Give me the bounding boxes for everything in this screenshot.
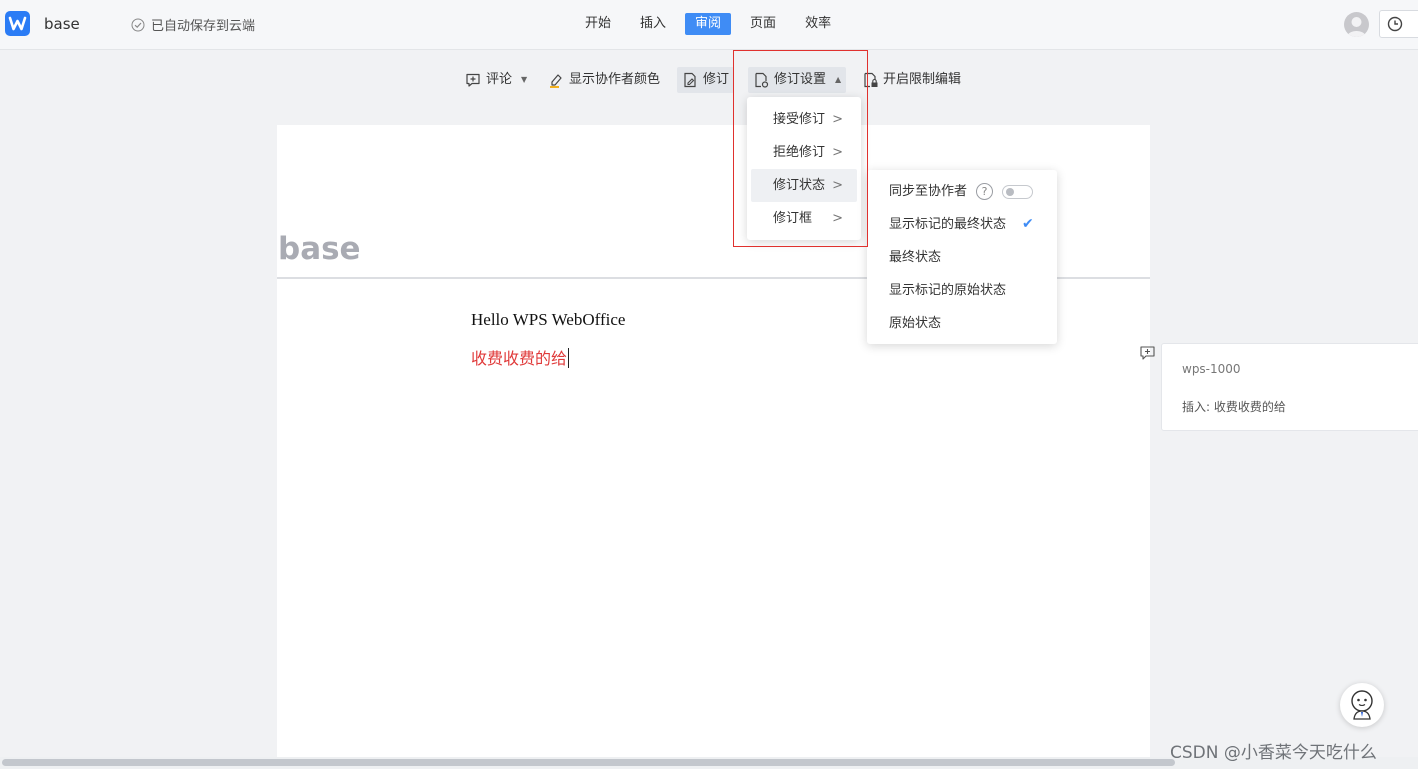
track-settings-menu: 接受修订 > 拒绝修订 > 修订状态 > 修订框 > (747, 97, 861, 240)
ribbon-tabs: 开始 插入 审阅 页面 效率 (575, 13, 850, 35)
track-changes-button[interactable]: 修订 (677, 67, 735, 93)
assistant-mascot-icon[interactable] (1340, 683, 1384, 727)
tab-efficiency[interactable]: 效率 (795, 13, 841, 35)
sync-collaborators-label: 同步至协作者 (889, 184, 968, 199)
user-avatar[interactable] (1344, 12, 1369, 37)
track-settings-label: 修订设置 (774, 72, 827, 87)
menu-item-final-with-markup[interactable]: 显示标记的最终状态 ✔ (867, 208, 1057, 241)
menu-item-original[interactable]: 原始状态 (867, 307, 1057, 340)
checkmark-icon: ✔ (1022, 216, 1034, 232)
comment-author: wps-1000 (1182, 362, 1241, 376)
check-circle-icon (131, 18, 145, 31)
tab-start[interactable]: 开始 (575, 13, 621, 35)
save-status-text: 已自动保存到云端 (151, 19, 256, 34)
comment-label: 评论 (486, 72, 513, 87)
menu-item-label: 接受修订 (773, 112, 826, 127)
menu-item-final[interactable]: 最终状态 (867, 241, 1057, 274)
chevron-right-icon: > (832, 178, 843, 193)
show-author-color-button[interactable]: 显示协作者颜色 (543, 67, 665, 93)
restrict-editing-button[interactable]: 开启限制编辑 (857, 67, 966, 93)
restrict-editing-label: 开启限制编辑 (883, 72, 962, 87)
document-settings-icon (755, 72, 769, 88)
menu-item-sync-collaborators: 同步至协作者 ? (867, 175, 1057, 208)
document-text-line[interactable]: Hello WPS WebOffice (471, 310, 625, 330)
menu-item-label: 显示标记的原始状态 (889, 283, 1007, 298)
show-author-color-label: 显示协作者颜色 (569, 72, 661, 87)
scrollbar-thumb[interactable] (2, 759, 1175, 766)
revision-status-submenu: 同步至协作者 ? 显示标记的最终状态 ✔ 最终状态 显示标记的原始状态 原始状态 (867, 170, 1057, 344)
menu-item-label: 修订框 (773, 211, 813, 226)
chevron-right-icon: > (832, 211, 843, 226)
highlighter-icon (550, 74, 562, 88)
page-title: base (278, 231, 361, 267)
revision-comment-card[interactable]: wps-1000 插入: 收费收费的给 (1161, 343, 1418, 431)
tab-review[interactable]: 审阅 (685, 13, 732, 35)
text-cursor (568, 348, 570, 368)
comment-add-icon (466, 73, 480, 87)
menu-item-accept-changes[interactable]: 接受修订 > (751, 103, 857, 136)
menu-item-label: 原始状态 (889, 316, 942, 331)
add-comment-icon[interactable] (1140, 346, 1155, 360)
track-settings-button[interactable]: 修订设置 ▲ (748, 67, 847, 93)
history-button[interactable] (1379, 10, 1418, 38)
review-toolbar: 评论 ▼ 显示协作者颜色 修订 修订设置 ▲ 开启限制编辑 (0, 51, 1418, 109)
menu-item-reject-changes[interactable]: 拒绝修订 > (751, 136, 857, 169)
sync-toggle[interactable] (1002, 184, 1034, 199)
chevron-right-icon: > (832, 145, 843, 160)
caret-up-icon: ▲ (835, 75, 842, 84)
wps-logo-icon[interactable] (5, 11, 30, 36)
track-changes-icon (684, 72, 696, 88)
save-status: 已自动保存到云端 (131, 15, 255, 34)
track-changes-label: 修订 (703, 72, 730, 87)
app-header: base 已自动保存到云端 开始 插入 审阅 页面 效率 (0, 0, 1418, 50)
menu-item-revision-box[interactable]: 修订框 > (751, 202, 857, 235)
menu-item-revision-status[interactable]: 修订状态 > (751, 169, 857, 202)
tab-page[interactable]: 页面 (740, 13, 786, 35)
menu-item-label: 最终状态 (889, 250, 942, 265)
caret-down-icon: ▼ (521, 75, 528, 84)
document-name[interactable]: base (44, 15, 80, 33)
lock-document-icon (864, 72, 878, 88)
clock-icon (1387, 16, 1403, 32)
help-icon[interactable]: ? (976, 183, 994, 200)
inserted-text: 收费收费的给 (471, 349, 568, 368)
watermark-text: CSDN @小香菜今天吃什么 (1170, 743, 1377, 763)
menu-item-original-with-markup[interactable]: 显示标记的原始状态 (867, 274, 1057, 307)
tab-insert[interactable]: 插入 (630, 13, 676, 35)
comment-content: 插入: 收费收费的给 (1182, 400, 1286, 414)
comment-button[interactable]: 评论 ▼ (460, 67, 532, 93)
inserted-text-line[interactable]: 收费收费的给 (471, 345, 570, 369)
menu-item-label: 拒绝修订 (773, 145, 826, 160)
chevron-right-icon: > (832, 112, 843, 127)
menu-item-label: 修订状态 (773, 178, 826, 193)
menu-item-label: 显示标记的最终状态 (889, 217, 1007, 232)
